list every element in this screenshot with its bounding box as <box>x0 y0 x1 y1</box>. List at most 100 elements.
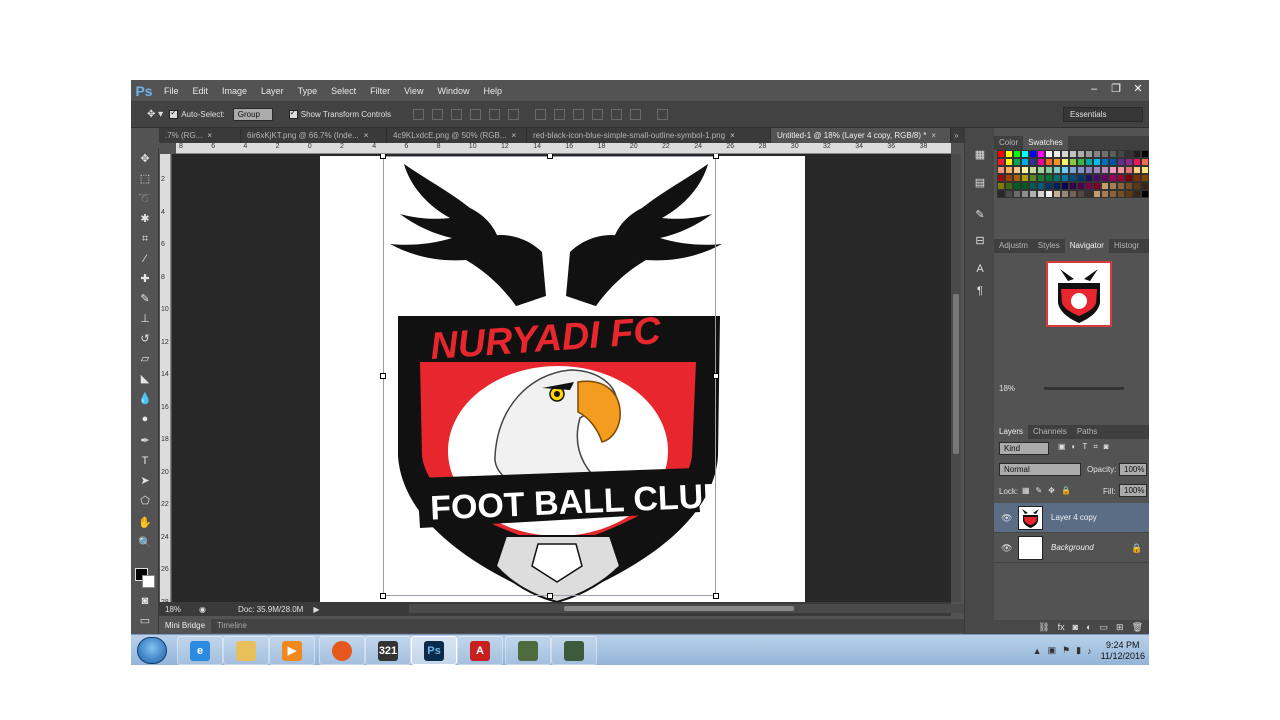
swatch[interactable] <box>1037 182 1045 190</box>
swatch[interactable] <box>1133 158 1141 166</box>
canvas-area[interactable]: NURYADI FC FOOT BALL CLUB <box>172 154 951 602</box>
swatch[interactable] <box>1061 174 1069 182</box>
swatch[interactable] <box>1013 190 1021 198</box>
tab-paths[interactable]: Paths <box>1072 425 1102 439</box>
tray-expand-icon[interactable]: ▲ <box>1033 646 1042 656</box>
lasso-tool-icon[interactable]: ➰ <box>138 192 152 206</box>
swatch[interactable] <box>1101 190 1109 198</box>
swatch[interactable] <box>1125 182 1133 190</box>
vertical-scroll-thumb[interactable] <box>953 294 959 454</box>
swatch[interactable] <box>1037 158 1045 166</box>
swatch[interactable] <box>1029 166 1037 174</box>
swatch[interactable] <box>1125 150 1133 158</box>
swatch[interactable] <box>1045 174 1053 182</box>
close-button[interactable]: ✕ <box>1127 81 1149 97</box>
swatch[interactable] <box>1021 190 1029 198</box>
magic-wand-tool-icon[interactable]: ✱ <box>138 212 152 226</box>
swatch[interactable] <box>1133 166 1141 174</box>
swatch[interactable] <box>1069 182 1077 190</box>
swatch[interactable] <box>1141 158 1149 166</box>
swatch[interactable] <box>1077 158 1085 166</box>
swatch[interactable] <box>1069 166 1077 174</box>
tab-doc-2[interactable]: 6ir6xKjKT.png @ 66.7% (Inde... × <box>241 128 387 143</box>
tab-overflow-icon[interactable]: » <box>951 128 964 143</box>
tab-doc-active[interactable]: Untitled-1 @ 18% (Layer 4 copy, RGB/8) *… <box>771 128 951 143</box>
swatch[interactable] <box>1053 166 1061 174</box>
swatch[interactable] <box>1069 158 1077 166</box>
layer-filter-icons[interactable]: ▣◐T⌗◙ <box>1058 442 1115 452</box>
menu-edit[interactable]: Edit <box>186 80 216 102</box>
swatch[interactable] <box>1093 150 1101 158</box>
distribute-bottom-icon[interactable] <box>573 109 585 120</box>
start-button[interactable] <box>137 637 167 664</box>
character-panel-icon[interactable]: A <box>973 262 987 276</box>
taskbar-media-player[interactable]: ▶ <box>269 636 315 665</box>
new-layer-icon[interactable]: ⊞ <box>1116 620 1124 634</box>
swatch[interactable] <box>1133 174 1141 182</box>
menu-file[interactable]: File <box>157 80 186 102</box>
swatch[interactable] <box>1101 166 1109 174</box>
brush-tool-icon[interactable]: ✎ <box>138 292 152 306</box>
volume-icon[interactable]: ♪ <box>1087 646 1092 656</box>
swatch[interactable] <box>1085 190 1093 198</box>
transform-handle-tr[interactable] <box>713 154 719 159</box>
swatch[interactable] <box>997 158 1005 166</box>
align-bottom-icon[interactable] <box>451 109 463 120</box>
tab-close-icon[interactable]: × <box>931 131 936 140</box>
taskbar-ie[interactable]: e <box>177 636 223 665</box>
swatch[interactable] <box>1085 182 1093 190</box>
transform-handle-ml[interactable] <box>380 373 386 379</box>
swatch[interactable] <box>1125 174 1133 182</box>
swatch[interactable] <box>1029 190 1037 198</box>
tab-close-icon[interactable]: × <box>512 131 517 140</box>
swatch[interactable] <box>1101 182 1109 190</box>
menu-image[interactable]: Image <box>215 80 254 102</box>
swatch[interactable] <box>1141 166 1149 174</box>
link-layers-icon[interactable]: ⛓ <box>1038 620 1049 634</box>
swatch[interactable] <box>1101 174 1109 182</box>
swatch[interactable] <box>1029 182 1037 190</box>
horizontal-scroll-thumb[interactable] <box>564 606 794 611</box>
swatch[interactable] <box>1005 166 1013 174</box>
swatch[interactable] <box>1093 174 1101 182</box>
eraser-tool-icon[interactable]: ▱ <box>138 352 152 366</box>
action-center-icon[interactable]: ⚑ <box>1062 645 1070 656</box>
swatch[interactable] <box>1109 166 1117 174</box>
swatch[interactable] <box>1029 158 1037 166</box>
swatch[interactable] <box>997 174 1005 182</box>
swatch[interactable] <box>1109 150 1117 158</box>
swatch[interactable] <box>1053 158 1061 166</box>
transform-handle-tl[interactable] <box>380 154 386 159</box>
taskbar-photoshop[interactable]: Ps <box>411 636 457 665</box>
swatch[interactable] <box>1045 158 1053 166</box>
swatch[interactable] <box>1117 174 1125 182</box>
swatch[interactable] <box>1061 150 1069 158</box>
opacity-input[interactable]: 100% <box>1119 463 1147 476</box>
menu-window[interactable]: Window <box>430 80 476 102</box>
eye-icon[interactable]: 👁 <box>1001 513 1012 524</box>
tab-histogram[interactable]: Histogr <box>1109 239 1144 253</box>
tab-layers[interactable]: Layers <box>994 425 1029 439</box>
history-panel-icon[interactable]: ▦ <box>973 148 987 162</box>
swatch[interactable] <box>1069 174 1077 182</box>
swatch[interactable] <box>1133 190 1141 198</box>
add-mask-icon[interactable]: ◙ <box>1073 620 1078 634</box>
eyedropper-tool-icon[interactable]: ⁄ <box>138 252 152 266</box>
zoom-tool-icon[interactable]: 🔍 <box>138 536 152 550</box>
swatch[interactable] <box>1005 182 1013 190</box>
swatch[interactable] <box>1093 190 1101 198</box>
pen-tool-icon[interactable]: ✒ <box>138 434 152 448</box>
auto-align-icon[interactable] <box>657 109 669 120</box>
menu-help[interactable]: Help <box>476 80 509 102</box>
swatch[interactable] <box>1029 174 1037 182</box>
network-icon[interactable]: ▮ <box>1076 645 1081 656</box>
swatch[interactable] <box>1061 158 1069 166</box>
swatch[interactable] <box>1013 166 1021 174</box>
swatch[interactable] <box>1021 158 1029 166</box>
transform-handle-tc[interactable] <box>547 154 553 159</box>
vertical-scrollbar[interactable] <box>951 154 961 602</box>
swatch[interactable] <box>1061 166 1069 174</box>
taskbar-explorer[interactable] <box>223 636 269 665</box>
zoom-level[interactable]: 18% <box>165 605 195 614</box>
distribute-vcenter-icon[interactable] <box>554 109 566 120</box>
